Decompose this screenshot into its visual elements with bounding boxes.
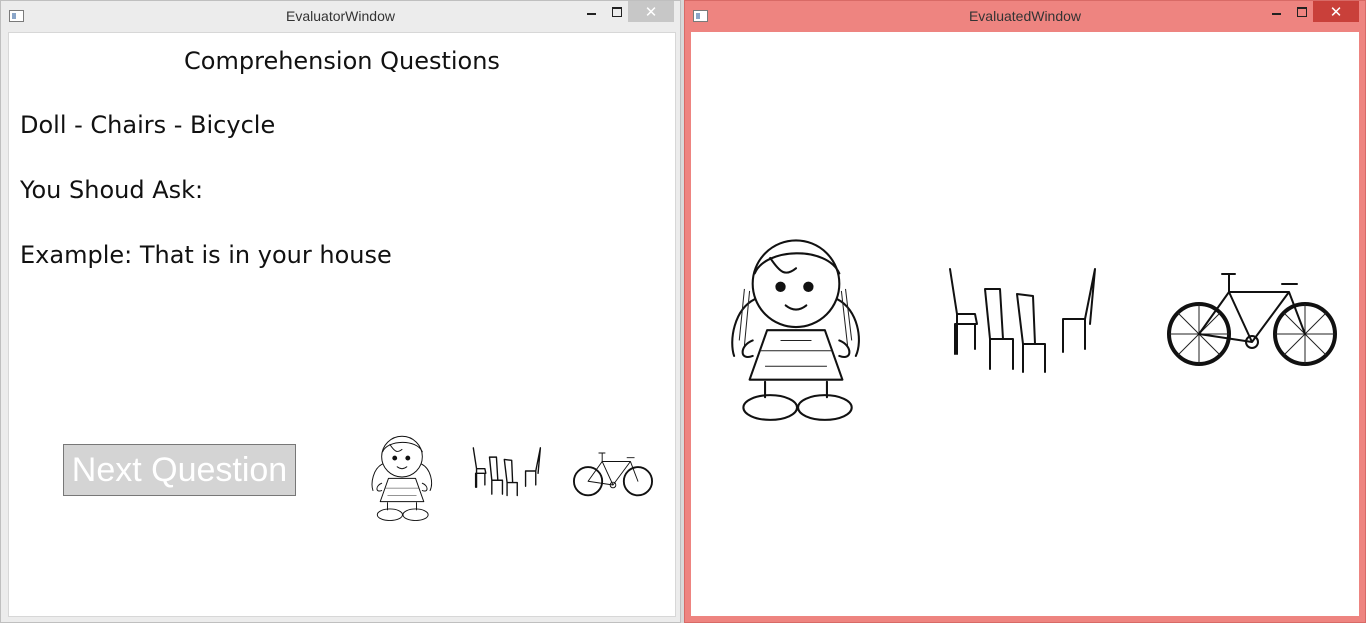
page-title: Comprehension Questions xyxy=(184,47,500,75)
chairs-icon xyxy=(472,447,542,497)
evaluator-titlebar[interactable]: EvaluatorWindow ✕ xyxy=(1,1,680,31)
items-text: Doll - Chairs - Bicycle xyxy=(20,111,276,139)
chairs-thumbnail[interactable] xyxy=(471,445,545,497)
close-button[interactable]: ✕ xyxy=(628,1,674,22)
chairs-icon xyxy=(949,268,1096,373)
evaluated-titlebar[interactable]: EvaluatedWindow ✕ xyxy=(685,1,1365,31)
example-text: Example: That is in your house xyxy=(20,241,392,269)
doll-icon xyxy=(371,435,432,522)
chairs-image[interactable] xyxy=(945,264,1105,374)
evaluator-content: Comprehension Questions Doll - Chairs - … xyxy=(8,32,676,617)
bicycle-icon xyxy=(573,452,653,497)
bicycle-thumbnail[interactable] xyxy=(573,448,653,498)
evaluated-window: EvaluatedWindow ✕ xyxy=(684,0,1366,623)
doll-thumbnail[interactable] xyxy=(367,430,437,522)
doll-image[interactable] xyxy=(723,227,869,423)
maximize-button[interactable] xyxy=(604,1,630,22)
close-button[interactable]: ✕ xyxy=(1313,1,1359,22)
next-question-button[interactable]: Next Question xyxy=(63,444,296,496)
evaluated-content xyxy=(691,32,1359,616)
doll-icon xyxy=(731,239,860,421)
bicycle-icon xyxy=(1167,273,1337,366)
evaluator-window: EvaluatorWindow ✕ Comprehension Question… xyxy=(0,0,681,623)
minimize-button[interactable] xyxy=(1263,1,1289,22)
bicycle-image[interactable] xyxy=(1167,264,1337,369)
prompt-text: You Shoud Ask: xyxy=(20,176,204,204)
minimize-button[interactable] xyxy=(578,1,604,22)
maximize-button[interactable] xyxy=(1289,1,1315,22)
